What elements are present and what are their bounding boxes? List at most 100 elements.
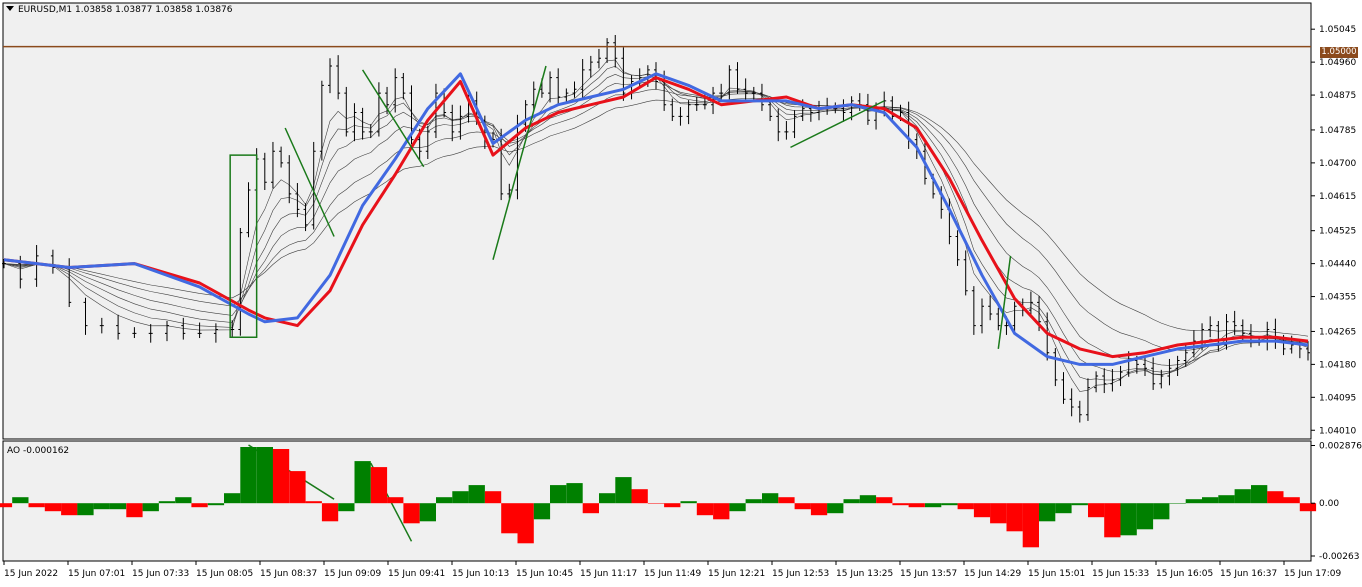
price-tick-label: 1.04785: [1319, 126, 1356, 136]
price-tick-label: 1.04615: [1319, 192, 1356, 202]
time-tick-label: 15 Jun 14:29: [964, 569, 1021, 579]
price-tick-label: 1.04265: [1319, 327, 1356, 337]
ao-bar-down: [28, 503, 45, 508]
time-tick-label: 15 Jun 12:53: [772, 569, 829, 579]
ao-bar-up: [1071, 503, 1088, 506]
ao-bar-up: [1120, 503, 1137, 536]
time-tick-label: 15 Jun 08:37: [260, 569, 317, 579]
ao-bar-up: [729, 503, 746, 512]
price-tick-label: 1.04700: [1319, 159, 1356, 169]
time-tick-label: 15 Jun 17:09: [1284, 569, 1341, 579]
ao-bar-up: [762, 493, 779, 504]
ao-bar-up: [1218, 495, 1235, 504]
ao-bar-up: [550, 485, 567, 504]
triangle-down-icon[interactable]: [6, 6, 14, 11]
ao-pane-background: [2, 440, 1312, 562]
price-tick-label: 1.04355: [1319, 293, 1356, 303]
time-tick-label: 15 Jun 13:57: [900, 569, 957, 579]
time-tick-label: 15 Jun 09:41: [388, 569, 445, 579]
ao-bar-down: [778, 497, 795, 504]
ao-bar-down: [370, 467, 388, 504]
ao-bar-up: [77, 503, 94, 516]
ao-value: -0.000162: [22, 446, 70, 456]
time-tick-label: 15 Jun 07:01: [68, 569, 125, 579]
ao-bar-down: [321, 503, 339, 522]
time-tick-label: 15 Jun 16:37: [1220, 569, 1277, 579]
price-tick-label: 1.04440: [1319, 260, 1356, 270]
chart-window: 1.05045 1.04960 1.04875 1.04785 1.04700 1.046…: [0, 0, 1362, 584]
chart-title[interactable]: EURUSD,M1 1.03858 1.03877 1.03858 1.0387…: [6, 5, 233, 16]
ao-name: AO: [7, 446, 21, 456]
ao-tick-label: 0.00: [1319, 499, 1339, 509]
ao-bar-up: [599, 493, 616, 504]
ao-bar-up: [158, 501, 176, 504]
time-tick-label: 15 Jun 15:33: [1092, 569, 1149, 579]
ao-bar-down: [957, 503, 974, 510]
ohlc-high: 1.03877: [115, 5, 153, 15]
ao-bar-up: [1202, 497, 1219, 504]
ao-bar-down: [387, 497, 404, 504]
ao-bar-down: [696, 503, 714, 516]
ao-bar-up: [925, 503, 942, 508]
ao-bar-down: [126, 503, 143, 518]
ao-bar-down: [973, 503, 991, 518]
ao-bar-down: [990, 503, 1007, 524]
ao-bar-up: [354, 461, 371, 504]
ao-bar-up: [1169, 503, 1186, 504]
ao-bar-down: [305, 501, 322, 504]
price-tick-label: 1.04010: [1319, 426, 1356, 436]
time-tick-label: 15 Jun 16:05: [1156, 569, 1213, 579]
time-tick-label: 15 Jun 2022: [4, 569, 58, 579]
ao-bar-up: [1185, 499, 1202, 504]
time-tick-label: 15 Jun 13:25: [836, 569, 893, 579]
ao-bar-down: [44, 503, 62, 512]
ao-bar-up: [827, 503, 844, 514]
price-tick-label: 1.04960: [1319, 58, 1356, 68]
ao-bar-down: [289, 471, 306, 504]
ao-bar-up: [566, 483, 583, 504]
time-tick-label: 15 Jun 11:49: [644, 569, 701, 579]
ohlc-open: 1.03858: [75, 5, 113, 15]
time-tick-label: 15 Jun 11:17: [580, 569, 637, 579]
ohlc-close: 1.03876: [195, 5, 233, 15]
ao-bar-down: [501, 503, 518, 534]
ohlc-low: 1.03858: [155, 5, 193, 15]
time-tick-label: 15 Jun 08:05: [196, 569, 253, 579]
price-tick-label: 1.04875: [1319, 91, 1356, 101]
chart-svg: 1.05045 1.04960 1.04875 1.04785 1.04700 1.046…: [0, 2, 1362, 579]
price-line-badge[interactable]: 1.05000: [1320, 47, 1358, 58]
ao-bar-down: [892, 503, 909, 506]
ao-tick-label: 0.002876: [1319, 441, 1362, 451]
ao-bar-down: [908, 503, 925, 508]
ao-bar-down: [713, 503, 730, 520]
ao-bar-down: [1006, 503, 1023, 532]
ao-bar-up: [240, 447, 257, 504]
ao-bar-up: [207, 503, 225, 506]
symbol-label: EURUSD,M1: [18, 5, 73, 15]
ao-bar-up: [859, 495, 877, 504]
ao-bar-down: [0, 503, 13, 508]
time-tick-label: 15 Jun 10:45: [516, 569, 573, 579]
ao-bar-up: [142, 503, 159, 512]
ao-title: AO -0.000162: [7, 446, 69, 457]
ao-bar-down: [61, 503, 78, 516]
ao-bar-down: [647, 503, 665, 504]
ao-bar-down: [1267, 491, 1284, 504]
ao-bar-down: [1299, 503, 1317, 512]
ao-bar-up: [436, 497, 453, 504]
ao-bar-up: [12, 497, 29, 504]
ao-bar-down: [876, 497, 893, 504]
ao-bar-up: [1251, 485, 1268, 504]
ao-bar-down: [1022, 503, 1039, 548]
ao-bar-up: [1153, 503, 1170, 520]
ao-bar-up: [224, 493, 241, 504]
ao-bar-up: [941, 503, 958, 506]
ao-bar-up: [419, 503, 436, 522]
price-tick-label: 1.04180: [1319, 360, 1356, 370]
ao-bar-down: [403, 503, 420, 524]
ao-bar-up: [256, 447, 273, 504]
ao-bar-down: [272, 449, 290, 504]
ao-bar-up: [109, 503, 127, 510]
ao-bar-up: [1055, 503, 1072, 514]
ao-bar-down: [517, 503, 534, 544]
